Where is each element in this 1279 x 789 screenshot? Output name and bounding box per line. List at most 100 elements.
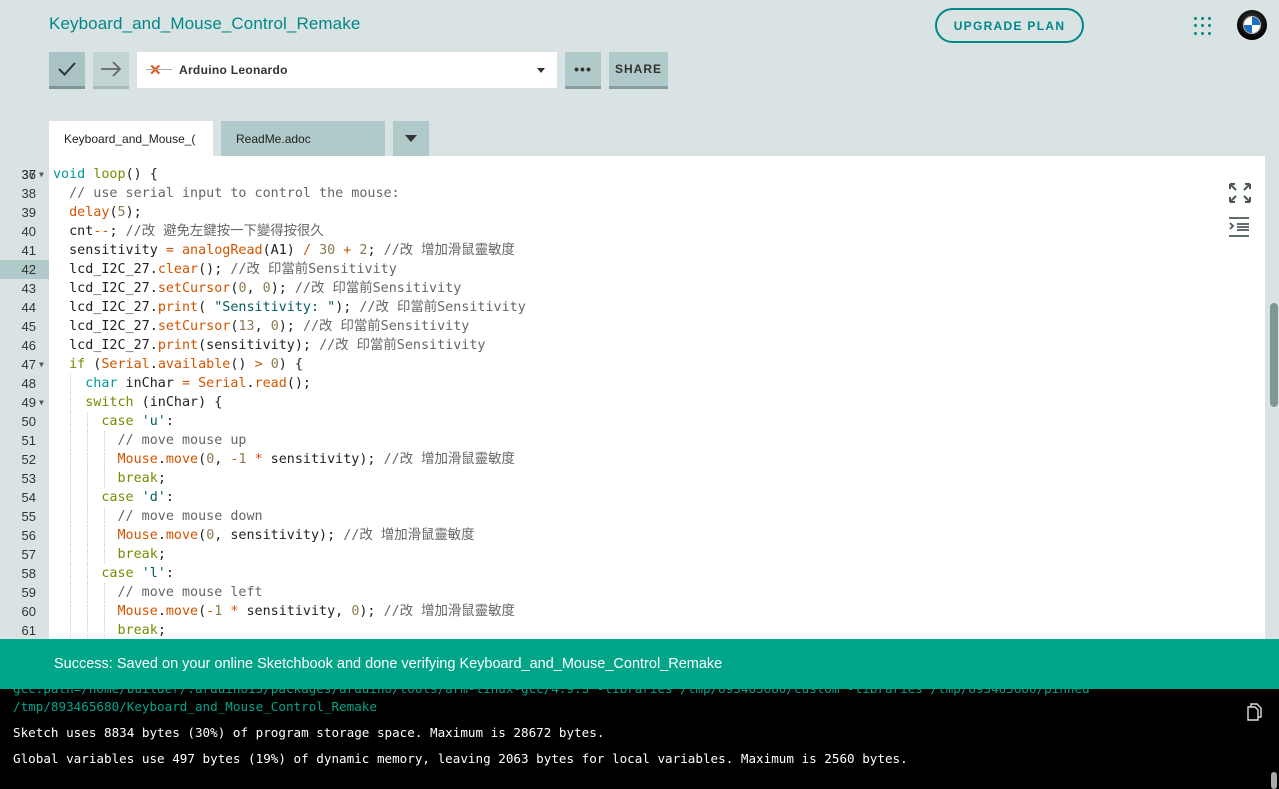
code-text: lcd_I2C_27.clear(); //改 印當前Sensitivity <box>53 262 397 277</box>
chevron-down-icon <box>405 135 417 142</box>
fullscreen-expand-icon[interactable] <box>1228 182 1254 204</box>
editor-tools <box>1228 182 1254 238</box>
code-line[interactable]: 40 cnt--; //改 避免左鍵按一下變得按很久 <box>0 222 1265 241</box>
line-number: 37 <box>21 167 36 182</box>
code-line[interactable]: 47 ▼ if (Serial.available() > 0) { <box>0 355 1265 374</box>
line-number: 52 <box>21 452 36 467</box>
code-line[interactable]: 52 Mouse.move(0, -1 * sensitivity); //改 … <box>0 450 1265 469</box>
code-text: cnt--; //改 避免左鍵按一下變得按很久 <box>53 224 324 239</box>
console-scrollbar[interactable] <box>1271 772 1277 789</box>
code-text: delay(5); <box>69 205 142 220</box>
code-text: break; <box>117 547 166 562</box>
line-number: 53 <box>21 471 36 486</box>
tab-main-sketch[interactable]: Keyboard_and_Mouse_( <box>49 121 213 156</box>
output-console[interactable]: gcc.path=/home/builder/.arduino15/packag… <box>0 675 1279 789</box>
code-line[interactable]: 55 // move mouse down <box>0 507 1265 526</box>
line-number: 41 <box>21 243 36 258</box>
code-text: Mouse.move(-1 * sensitivity, 0); //改 增加滑… <box>117 604 515 619</box>
code-line[interactable]: 41 sensitivity = analogRead(A1) / 30 + 2… <box>0 241 1265 260</box>
code-text: sensitivity = analogRead(A1) / 30 + 2; /… <box>53 243 515 258</box>
more-options-button[interactable]: ••• <box>565 52 601 89</box>
code-line[interactable]: 57 break; <box>0 545 1265 564</box>
code-line[interactable]: 53 break; <box>0 469 1265 488</box>
code-text: if (Serial.available() > 0) { <box>69 357 303 372</box>
line-number: 50 <box>21 414 36 429</box>
code-line[interactable]: 51 // move mouse up <box>0 431 1265 450</box>
code-text: lcd_I2C_27.setCursor(13, 0); //改 印當前Sens… <box>53 319 470 334</box>
code-text: // move mouse up <box>117 433 247 448</box>
code-line[interactable]: 42 lcd_I2C_27.clear(); //改 印當前Sensitivit… <box>0 260 1265 279</box>
code-line[interactable]: 56 Mouse.move(0, sensitivity); //改 增加滑鼠靈… <box>0 526 1265 545</box>
code-line[interactable]: 43 lcd_I2C_27.setCursor(0, 0); //改 印當前Se… <box>0 279 1265 298</box>
code-line[interactable]: 61 break; <box>0 621 1265 640</box>
share-button[interactable]: SHARE <box>609 52 668 89</box>
line-number: 42 <box>0 260 49 279</box>
code-lines[interactable]: 36 37 ▼ void loop() {38 // use serial inpu… <box>0 156 1265 640</box>
line-number: 39 <box>21 205 36 220</box>
board-name: Arduino Leonardo <box>179 63 288 77</box>
upgrade-plan-button[interactable]: UPGRADE PLAN <box>935 8 1084 43</box>
success-toast: Success: Saved on your online Sketchbook… <box>0 639 1279 689</box>
apps-grid-icon[interactable] <box>1194 17 1212 35</box>
line-number: 60 <box>21 604 36 619</box>
editor-scrollbar-thumb[interactable] <box>1270 303 1278 407</box>
code-line[interactable]: 58 case 'l': <box>0 564 1265 583</box>
line-number: 45 <box>21 319 36 334</box>
copy-icon[interactable] <box>1247 703 1263 721</box>
line-number: 40 <box>21 224 36 239</box>
code-text: void loop() { <box>53 167 158 182</box>
code-line[interactable]: 36 <box>0 156 1265 182</box>
code-text: lcd_I2C_27.print(sensitivity); //改 印當前Se… <box>53 338 486 353</box>
verify-button[interactable] <box>49 52 85 89</box>
tabs-dropdown-button[interactable] <box>393 121 429 156</box>
code-line[interactable]: 39 delay(5); <box>0 203 1265 222</box>
code-line[interactable]: 45 lcd_I2C_27.setCursor(13, 0); //改 印當前S… <box>0 317 1265 336</box>
line-number: 38 <box>21 186 36 201</box>
code-text: char inChar = Serial.read(); <box>85 376 311 391</box>
outdent-lines-icon[interactable] <box>1228 216 1250 238</box>
code-text: case 'u': <box>101 414 174 429</box>
code-text: Mouse.move(0, -1 * sensitivity); //改 增加滑… <box>117 452 515 467</box>
code-line[interactable]: 37 ▼ void loop() { <box>0 165 1265 184</box>
upload-button[interactable] <box>93 52 129 89</box>
line-number: 58 <box>21 566 36 581</box>
line-number: 54 <box>21 490 36 505</box>
tab-readme[interactable]: ReadMe.adoc <box>221 121 385 156</box>
console-line: /tmp/893465680/Keyboard_and_Mouse_Contro… <box>13 699 377 714</box>
code-line[interactable]: 49 ▼ switch (inChar) { <box>0 393 1265 412</box>
line-number: 46 <box>21 338 36 353</box>
line-number: 55 <box>21 509 36 524</box>
disconnected-x-icon: ✕ <box>146 61 172 79</box>
code-text: // move mouse down <box>117 509 263 524</box>
code-line[interactable]: 44 lcd_I2C_27.print( "Sensitivity: "); /… <box>0 298 1265 317</box>
code-line[interactable]: 59 // move mouse left <box>0 583 1265 602</box>
code-line[interactable]: 50 case 'u': <box>0 412 1265 431</box>
code-line[interactable]: 60 Mouse.move(-1 * sensitivity, 0); //改 … <box>0 602 1265 621</box>
chevron-down-icon <box>537 68 545 73</box>
code-text: case 'l': <box>101 566 174 581</box>
arrow-right-icon <box>101 61 122 77</box>
fold-toggle-icon[interactable]: ▼ <box>39 165 44 184</box>
toast-message: Success: Saved on your online Sketchbook… <box>54 656 723 672</box>
fold-toggle-icon[interactable]: ▼ <box>39 355 44 374</box>
sketch-title[interactable]: Keyboard_and_Mouse_Control_Remake <box>49 14 360 34</box>
line-number: 61 <box>21 623 36 638</box>
code-text: // move mouse left <box>117 585 263 600</box>
code-editor[interactable]: 36 37 ▼ void loop() {38 // use serial inpu… <box>0 156 1265 640</box>
code-text: switch (inChar) { <box>85 395 223 410</box>
code-text: Mouse.move(0, sensitivity); //改 增加滑鼠靈敏度 <box>117 528 475 543</box>
code-text: // use serial input to control the mouse… <box>69 186 400 201</box>
fold-toggle-icon[interactable]: ▼ <box>39 393 44 412</box>
code-line[interactable]: 38 // use serial input to control the mo… <box>0 184 1265 203</box>
code-text: lcd_I2C_27.setCursor(0, 0); //改 印當前Sensi… <box>53 281 462 296</box>
checkmark-icon <box>58 62 76 76</box>
line-number: 49 <box>21 395 36 410</box>
board-selector[interactable]: ✕ Arduino Leonardo <box>137 52 557 88</box>
line-number: 47 <box>21 357 36 372</box>
line-number: 57 <box>21 547 36 562</box>
code-text: lcd_I2C_27.print( "Sensitivity: "); //改 … <box>53 300 526 315</box>
avatar[interactable] <box>1237 10 1267 40</box>
code-line[interactable]: 48 char inChar = Serial.read(); <box>0 374 1265 393</box>
code-line[interactable]: 46 lcd_I2C_27.print(sensitivity); //改 印當… <box>0 336 1265 355</box>
code-line[interactable]: 54 case 'd': <box>0 488 1265 507</box>
